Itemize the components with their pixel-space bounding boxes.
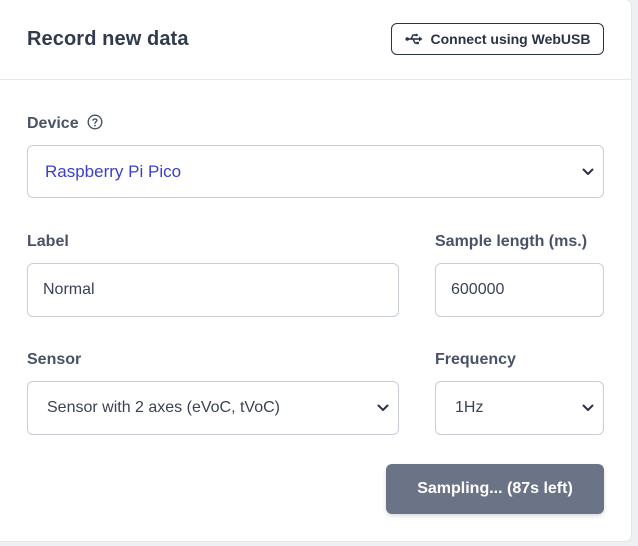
connect-webusb-button[interactable]: Connect using WebUSB bbox=[391, 23, 604, 55]
sampling-button[interactable]: Sampling... (87s left) bbox=[386, 464, 604, 514]
device-label: Device bbox=[27, 115, 79, 132]
page-title: Record new data bbox=[27, 28, 189, 50]
sensor-label: Sensor bbox=[27, 351, 82, 368]
device-select[interactable]: Raspberry Pi Pico bbox=[27, 145, 604, 198]
sample-length-value: 600000 bbox=[451, 281, 505, 298]
panel-header: Record new data Connect using WebUSB bbox=[0, 0, 631, 80]
usb-icon bbox=[404, 33, 423, 45]
frequency-select[interactable]: 1Hz bbox=[435, 381, 604, 435]
sampling-button-label: Sampling... (87s left) bbox=[417, 480, 573, 497]
device-label-row: Device bbox=[27, 114, 103, 133]
label-input-value: Normal bbox=[43, 281, 95, 298]
chevron-down-icon bbox=[377, 404, 389, 411]
sample-length-input[interactable]: 600000 bbox=[435, 263, 604, 317]
connect-webusb-label: Connect using WebUSB bbox=[430, 31, 591, 47]
chevron-down-icon bbox=[582, 404, 594, 411]
record-data-panel: Record new data Connect using WebUSB Dev… bbox=[0, 0, 631, 541]
sample-length-label: Sample length (ms.) bbox=[435, 233, 588, 250]
sensor-select[interactable]: Sensor with 2 axes (eVoC, tVoC) bbox=[27, 381, 399, 435]
label-field-label: Label bbox=[27, 233, 69, 250]
chevron-down-icon bbox=[582, 168, 594, 175]
help-circle-icon[interactable] bbox=[87, 114, 103, 130]
frequency-label: Frequency bbox=[435, 351, 516, 368]
frequency-select-value: 1Hz bbox=[455, 399, 484, 416]
sensor-select-value: Sensor with 2 axes (eVoC, tVoC) bbox=[47, 399, 280, 416]
device-select-value: Raspberry Pi Pico bbox=[45, 161, 182, 181]
label-input[interactable]: Normal bbox=[27, 263, 399, 317]
